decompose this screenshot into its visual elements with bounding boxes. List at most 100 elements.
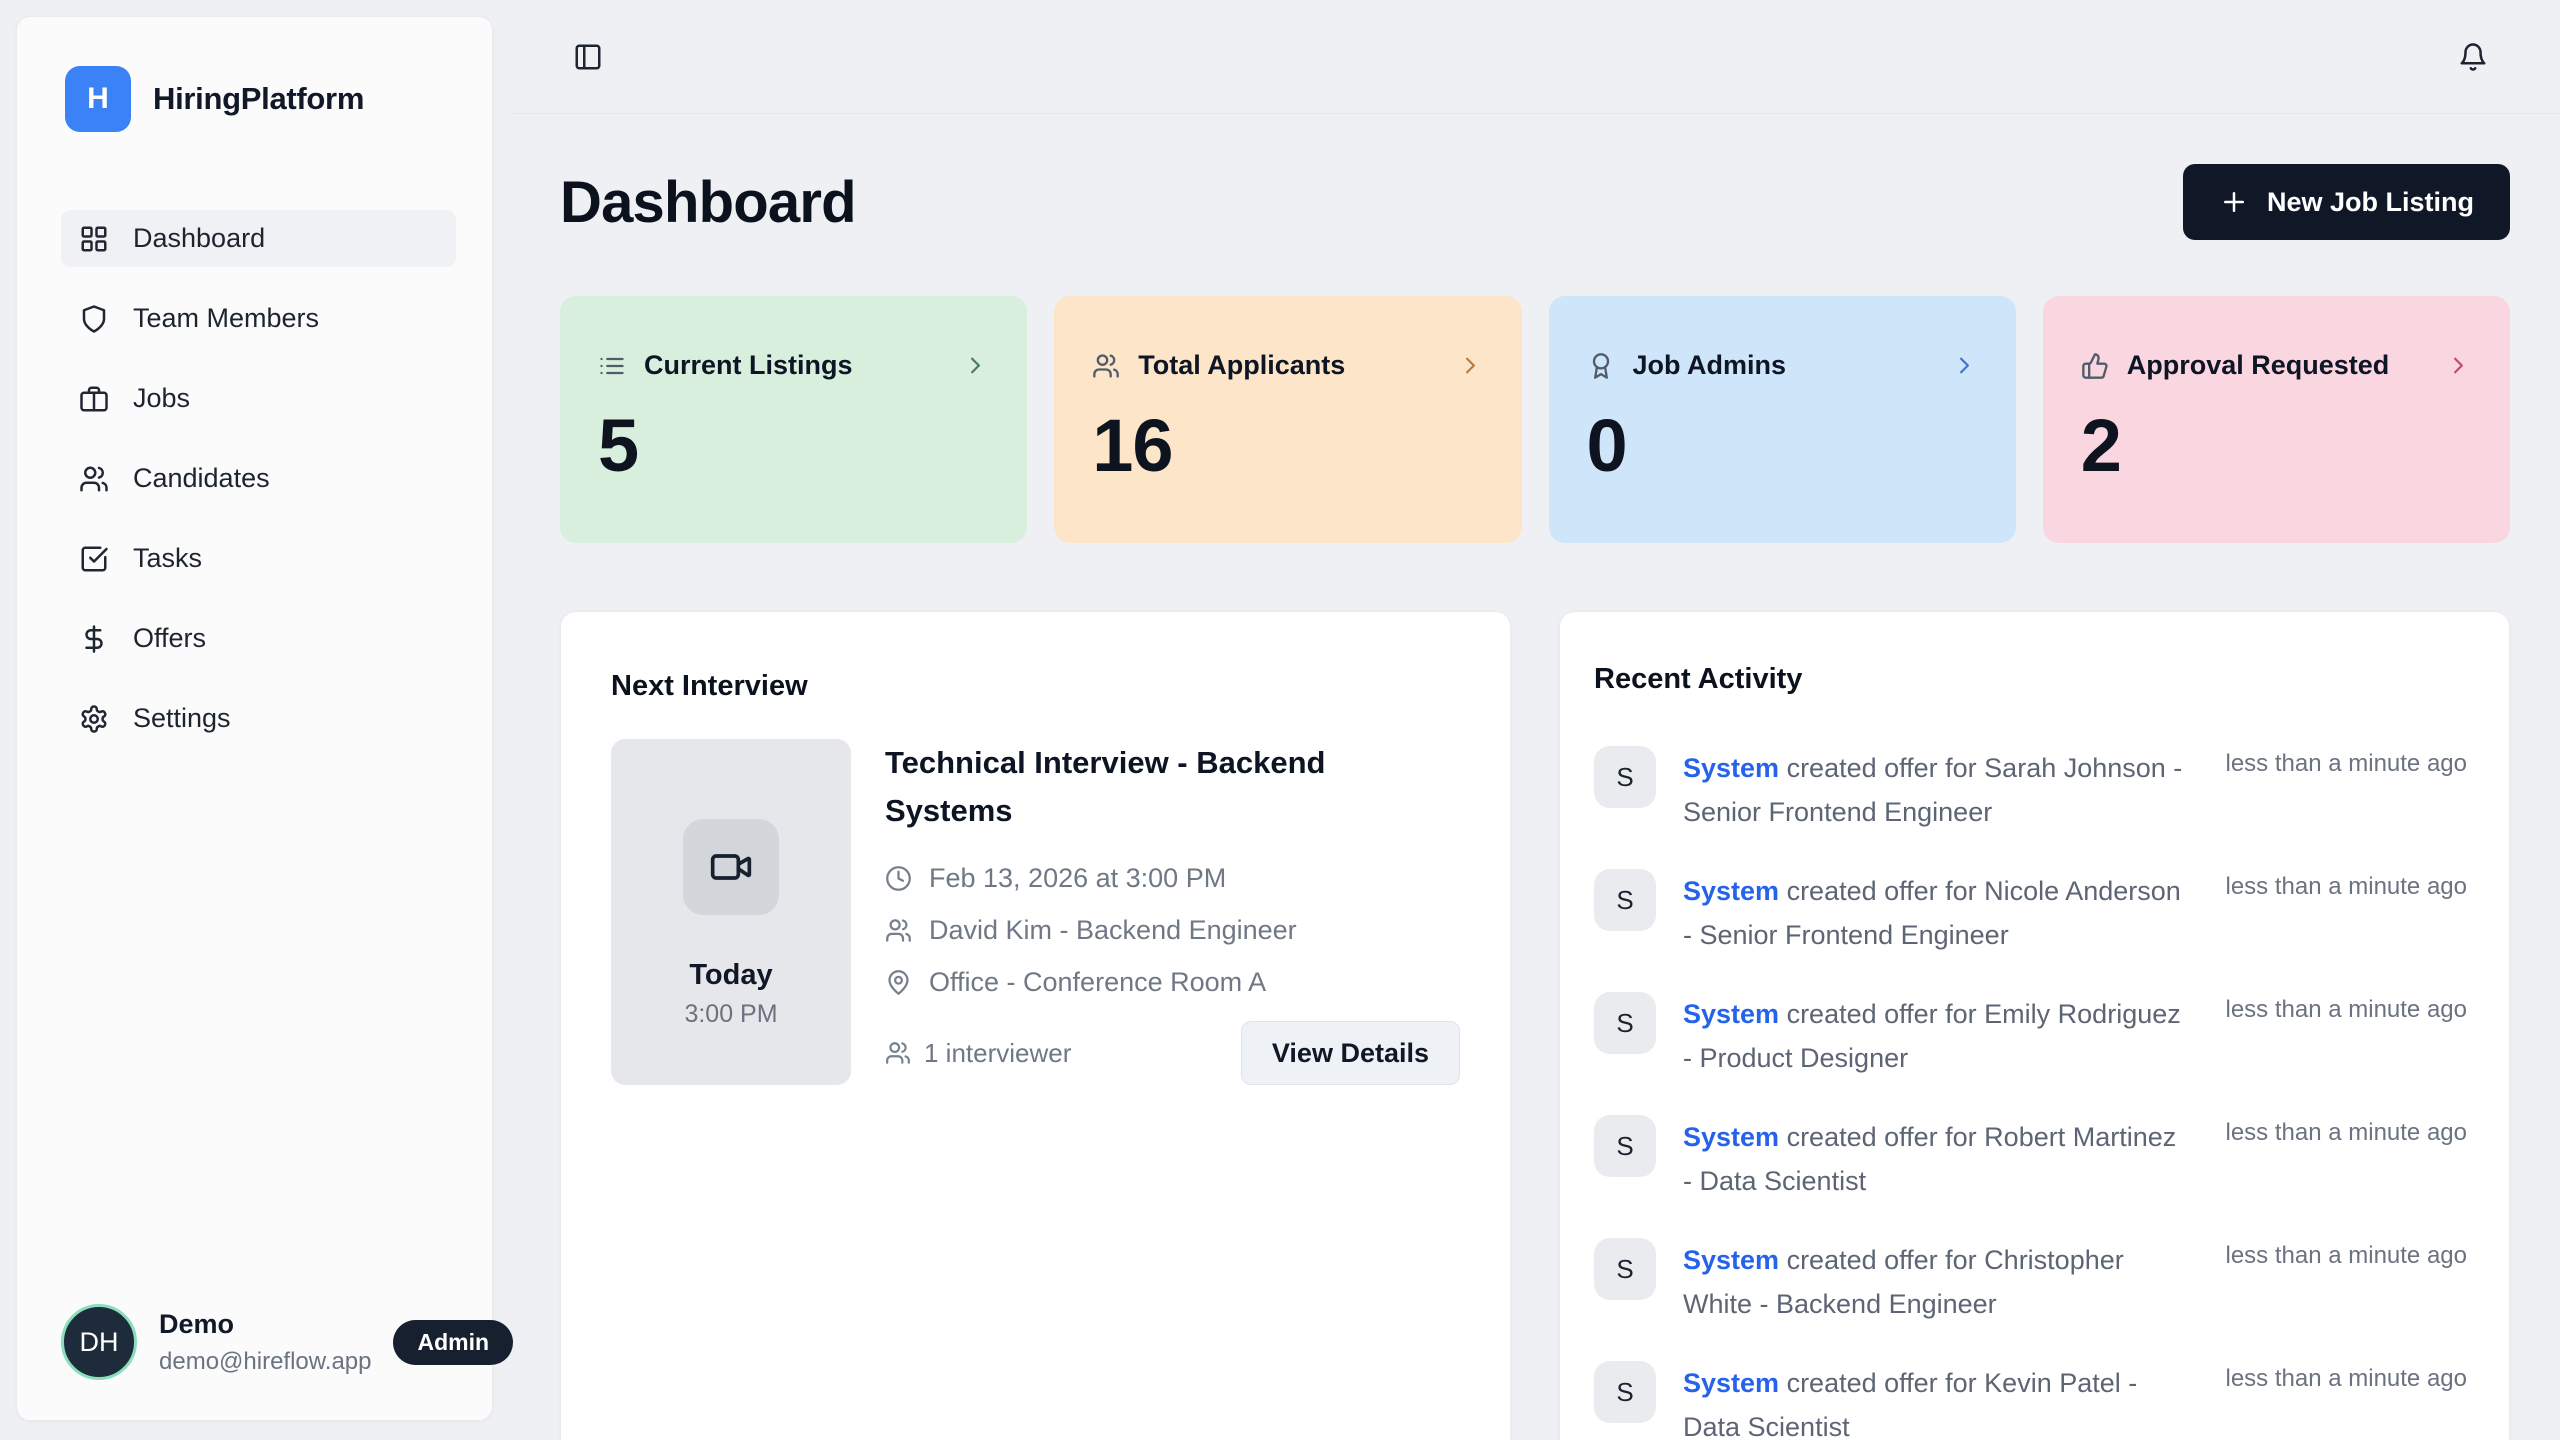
chevron-right-icon	[1951, 352, 1978, 379]
new-job-listing-label: New Job Listing	[2267, 187, 2474, 218]
activity-item: S System created offer for Kevin Patel -…	[1594, 1361, 2467, 1440]
activity-text: System created offer for Christopher Whi…	[1683, 1238, 2188, 1326]
shield-icon	[79, 304, 109, 334]
stat-value: 0	[1587, 403, 1978, 488]
avatar-initials: DH	[80, 1327, 119, 1358]
stat-card-approval-requested[interactable]: Approval Requested 2	[2043, 296, 2510, 543]
briefcase-icon	[79, 384, 109, 414]
users-icon	[79, 464, 109, 494]
sidebar-item-tasks[interactable]: Tasks	[61, 530, 456, 587]
sidebar-item-label: Team Members	[133, 303, 319, 334]
activity-actor[interactable]: System	[1683, 753, 1779, 783]
interview-date-tile: Today 3:00 PM	[611, 739, 851, 1085]
sidebar-item-label: Tasks	[133, 543, 202, 574]
activity-avatar: S	[1594, 1238, 1656, 1300]
activity-actor[interactable]: System	[1683, 1122, 1779, 1152]
interview-location: Office - Conference Room A	[929, 967, 1266, 998]
interviewer-count: 1 interviewer	[885, 1038, 1071, 1069]
activity-text: System created offer for Robert Martinez…	[1683, 1115, 2188, 1203]
chevron-right-icon	[2445, 352, 2472, 379]
activity-actor[interactable]: System	[1683, 1245, 1779, 1275]
new-job-listing-button[interactable]: New Job Listing	[2183, 164, 2510, 240]
activity-item: S System created offer for Christopher W…	[1594, 1238, 2467, 1326]
activity-item: S System created offer for Sarah Johnson…	[1594, 746, 2467, 834]
sidebar-item-jobs[interactable]: Jobs	[61, 370, 456, 427]
sidebar-item-label: Settings	[133, 703, 231, 734]
stat-label: Approval Requested	[2127, 350, 2390, 381]
stat-label: Current Listings	[644, 350, 853, 381]
list-icon	[598, 352, 626, 380]
columns: Next Interview Today 3:00 PM Technical I…	[560, 611, 2510, 1440]
activity-list: S System created offer for Sarah Johnson…	[1594, 746, 2467, 1440]
bell-icon[interactable]	[2458, 42, 2488, 72]
stat-card-job-admins[interactable]: Job Admins 0	[1549, 296, 2016, 543]
content: Dashboard New Job Listing Current Listin…	[511, 164, 2560, 1440]
stat-head: Approval Requested	[2081, 350, 2472, 381]
user-name: Demo	[159, 1309, 371, 1340]
page-title: Dashboard	[560, 169, 856, 236]
title-row: Dashboard New Job Listing	[560, 164, 2510, 240]
activity-item: S System created offer for Nicole Anders…	[1594, 869, 2467, 957]
activity-avatar: S	[1594, 1361, 1656, 1423]
activity-avatar: S	[1594, 746, 1656, 808]
activity-timestamp: less than a minute ago	[2226, 1115, 2468, 1147]
clock-icon	[885, 865, 912, 892]
activity-item: S System created offer for Emily Rodrigu…	[1594, 992, 2467, 1080]
recent-activity-title: Recent Activity	[1594, 663, 2467, 696]
user-email: demo@hireflow.app	[159, 1348, 371, 1376]
activity-actor[interactable]: System	[1683, 999, 1779, 1029]
panel-left-icon[interactable]	[573, 42, 603, 72]
interview-job-title: Technical Interview - Backend Systems	[885, 739, 1365, 835]
sidebar-item-label: Jobs	[133, 383, 190, 414]
sidebar-user[interactable]: DH Demo demo@hireflow.app Admin	[61, 1304, 456, 1380]
interview-main: Today 3:00 PM Technical Interview - Back…	[611, 739, 1460, 1085]
topbar	[511, 0, 2560, 114]
thumbs-up-icon	[2081, 352, 2109, 380]
sidebar-item-label: Dashboard	[133, 223, 265, 254]
activity-text: System created offer for Emily Rodriguez…	[1683, 992, 2188, 1080]
sidebar-item-label: Offers	[133, 623, 206, 654]
next-interview-panel: Next Interview Today 3:00 PM Technical I…	[560, 611, 1511, 1440]
activity-avatar: S	[1594, 1115, 1656, 1177]
sidebar-item-offers[interactable]: Offers	[61, 610, 456, 667]
sidebar-nav: Dashboard Team Members Jobs Candidates T…	[61, 210, 456, 770]
brand-title: HiringPlatform	[153, 81, 364, 117]
dollar-icon	[79, 624, 109, 654]
interview-footer: 1 interviewer View Details	[885, 1021, 1460, 1085]
activity-text: System created offer for Nicole Anderson…	[1683, 869, 2188, 957]
recent-activity-panel: Recent Activity S System created offer f…	[1559, 611, 2510, 1440]
role-badge: Admin	[393, 1320, 513, 1365]
view-details-button[interactable]: View Details	[1241, 1021, 1460, 1085]
activity-text: System created offer for Kevin Patel - D…	[1683, 1361, 2188, 1440]
stat-label: Total Applicants	[1138, 350, 1345, 381]
sidebar-item-dashboard[interactable]: Dashboard	[61, 210, 456, 267]
activity-timestamp: less than a minute ago	[2226, 1361, 2468, 1393]
stat-card-current-listings[interactable]: Current Listings 5	[560, 296, 1027, 543]
users-icon	[1092, 352, 1120, 380]
interview-datetime: Feb 13, 2026 at 3:00 PM	[929, 863, 1226, 894]
sidebar-item-candidates[interactable]: Candidates	[61, 450, 456, 507]
brand-logo: H	[65, 66, 131, 132]
stat-head: Total Applicants	[1092, 350, 1483, 381]
interview-day: Today	[689, 959, 772, 992]
interview-person: David Kim - Backend Engineer	[929, 915, 1297, 946]
activity-actor[interactable]: System	[1683, 1368, 1779, 1398]
activity-avatar: S	[1594, 992, 1656, 1054]
brand-logo-letter: H	[87, 82, 109, 116]
users-icon	[885, 1040, 911, 1066]
dashboard-grid-icon	[79, 224, 109, 254]
sidebar-item-settings[interactable]: Settings	[61, 690, 456, 747]
stat-value: 16	[1092, 403, 1483, 488]
interview-person-row: David Kim - Backend Engineer	[885, 915, 1460, 946]
stat-card-total-applicants[interactable]: Total Applicants 16	[1054, 296, 1521, 543]
avatar: DH	[61, 1304, 137, 1380]
video-chip	[683, 819, 779, 915]
chevron-right-icon	[1457, 352, 1484, 379]
interview-details: Feb 13, 2026 at 3:00 PM David Kim - Back…	[885, 863, 1460, 998]
activity-timestamp: less than a minute ago	[2226, 869, 2468, 901]
map-pin-icon	[885, 969, 912, 996]
sidebar-item-label: Candidates	[133, 463, 270, 494]
interview-time: 3:00 PM	[684, 1000, 777, 1029]
activity-actor[interactable]: System	[1683, 876, 1779, 906]
sidebar-item-team-members[interactable]: Team Members	[61, 290, 456, 347]
